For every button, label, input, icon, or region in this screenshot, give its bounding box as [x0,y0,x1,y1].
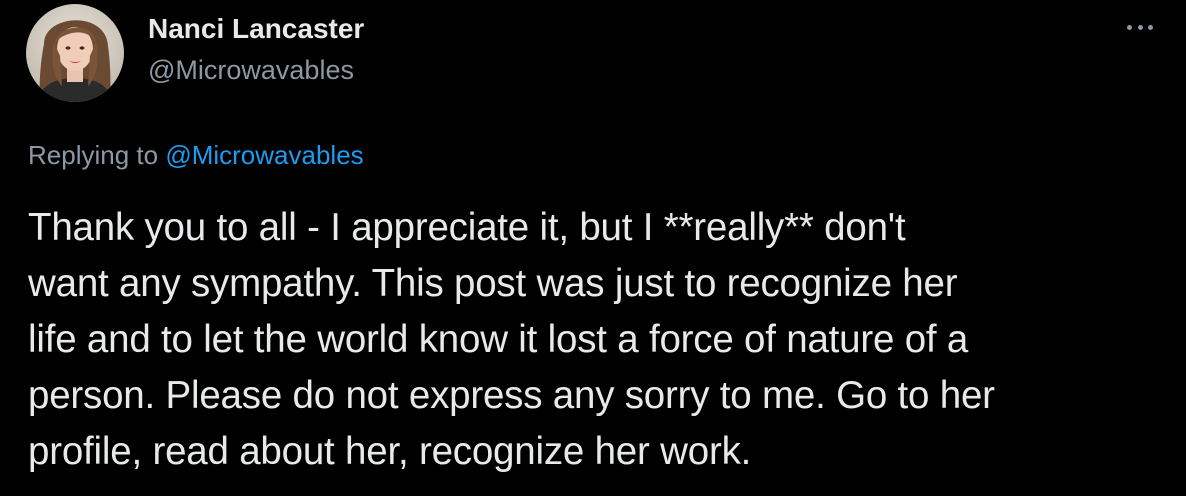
avatar[interactable] [26,4,124,102]
tweet-text-line: want any sympathy. This post was just to… [28,262,958,305]
author-handle[interactable]: @Microwavables [148,55,354,86]
replying-to-line: Replying to @Microwavables [28,140,364,171]
author-display-name[interactable]: Nanci Lancaster [148,13,364,45]
tweet: Nanci Lancaster @Microwavables Replying … [0,0,1186,496]
tweet-text-line: profile, read about her, recognize her w… [28,430,752,473]
tweet-text: Thank you to all - I appreciate it, but … [28,200,1168,480]
replying-to-label: Replying to [28,140,159,170]
tweet-text-line: Thank you to all - I appreciate it, but … [28,206,906,249]
more-options-button[interactable] [1120,17,1160,37]
reply-mention-link[interactable]: @Microwavables [165,140,363,170]
profile-photo-icon [26,4,124,102]
tweet-text-line: life and to let the world know it lost a… [28,318,969,361]
tweet-text-line: person. Please do not express any sorry … [28,374,995,417]
more-options-icon [1127,24,1153,30]
